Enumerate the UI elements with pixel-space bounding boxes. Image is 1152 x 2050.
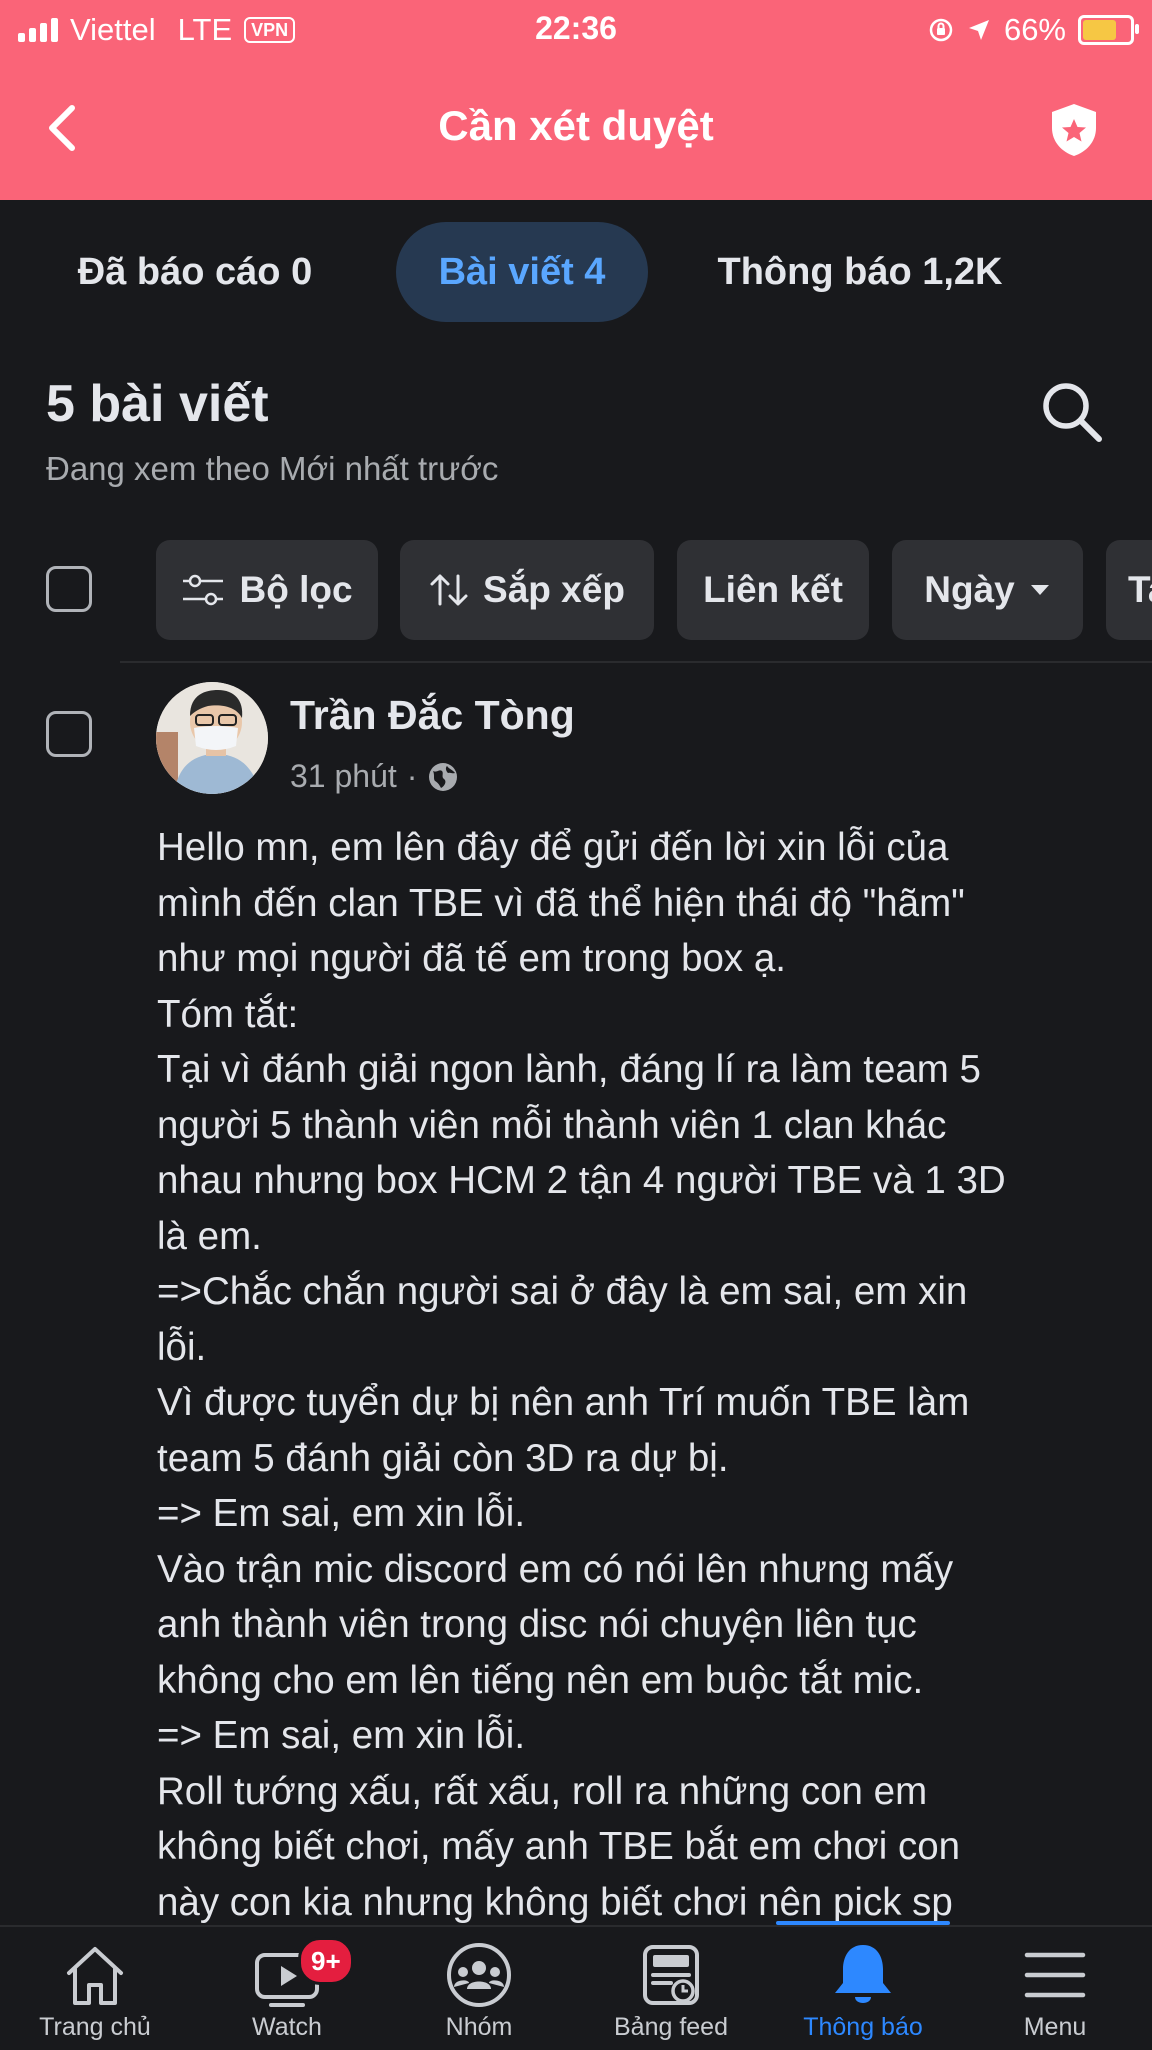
nav-feeds[interactable]: Bảng feed <box>576 1927 766 2050</box>
location-icon <box>968 20 989 40</box>
date-chip[interactable]: Ngày <box>892 540 1083 640</box>
post-body-text: Hello mn, em lên đây để gửi đến lời xin … <box>157 826 1006 1924</box>
home-icon <box>67 1947 123 2005</box>
select-all-checkbox[interactable] <box>46 566 92 612</box>
nav-watch-label: Watch <box>252 2013 322 2041</box>
page-title: Cần xét duyệt <box>438 102 714 149</box>
link-chip[interactable]: Liên kết <box>677 540 869 640</box>
nav-groups[interactable]: Nhóm <box>384 1927 574 2050</box>
sort-chip-label: Sắp xếp <box>483 569 625 610</box>
search-icon[interactable] <box>1036 376 1108 448</box>
post-select-checkbox[interactable] <box>46 711 92 757</box>
admin-shield-icon[interactable] <box>1046 100 1102 160</box>
watch-badge: 9+ <box>298 1937 354 1985</box>
feeds-icon <box>643 1945 699 2005</box>
review-tabs: Đã báo cáo 0 Bài viết 4 Thông báo 1,2K <box>0 222 1152 322</box>
menu-icon <box>1024 1952 1086 1998</box>
nav-home[interactable]: Trang chủ <box>0 1927 190 2050</box>
sort-chip[interactable]: Sắp xếp <box>400 540 654 640</box>
nav-groups-label: Nhóm <box>445 2013 513 2041</box>
link-chip-label: Liên kết <box>703 569 843 610</box>
orientation-lock-icon <box>929 18 953 42</box>
sort-caption: Đang xem theo Mới nhất trước <box>46 450 499 487</box>
caret-down-icon <box>1030 585 1049 595</box>
nav-home-label: Trang chủ <box>39 2013 151 2041</box>
post-count-title: 5 bài viết <box>46 375 269 433</box>
tab-notifications[interactable]: Thông báo 1,2K <box>690 222 1030 322</box>
battery-percent: 66% <box>1003 12 1066 47</box>
status-bar: Viettel LTE VPN 22:36 66% <box>0 0 1152 60</box>
post-time: 31 phút <box>290 758 397 794</box>
post-meta: 31 phút · <box>290 758 459 795</box>
bottom-nav: Trang chủ 9+ Watch Nhóm Bảng feed Thông … <box>0 1925 1152 2050</box>
more-filter-chip[interactable]: Ta <box>1106 540 1152 640</box>
tab-reported[interactable]: Đã báo cáo 0 <box>50 222 340 322</box>
globe-icon <box>429 762 458 791</box>
avatar[interactable] <box>156 682 268 794</box>
meta-separator: · <box>406 758 418 794</box>
filter-chip-label: Bộ lọc <box>239 569 353 610</box>
battery-icon <box>1078 15 1139 45</box>
tab-posts[interactable]: Bài viết 4 <box>396 222 648 322</box>
post-author[interactable]: Trần Đắc Tòng <box>290 692 575 739</box>
filter-chip[interactable]: Bộ lọc <box>156 540 378 640</box>
filter-sliders-icon <box>183 574 224 606</box>
groups-icon <box>447 1943 511 2007</box>
divider <box>120 661 1152 663</box>
nav-feeds-label: Bảng feed <box>614 2013 728 2041</box>
nav-watch[interactable]: 9+ Watch <box>192 1927 382 2050</box>
nav-notifications[interactable]: Thông báo <box>768 1927 958 2050</box>
more-filter-chip-label: Ta <box>1128 569 1152 610</box>
nav-notifications-label: Thông báo <box>803 2013 923 2041</box>
header-bar: Viettel LTE VPN 22:36 66% Cần xét duyệt <box>0 0 1152 200</box>
sort-arrows-icon <box>430 574 468 606</box>
nav-menu[interactable]: Menu <box>960 1927 1150 2050</box>
date-chip-label: Ngày <box>924 569 1015 610</box>
nav-menu-label: Menu <box>1023 2013 1087 2041</box>
bell-icon <box>835 1945 891 2003</box>
